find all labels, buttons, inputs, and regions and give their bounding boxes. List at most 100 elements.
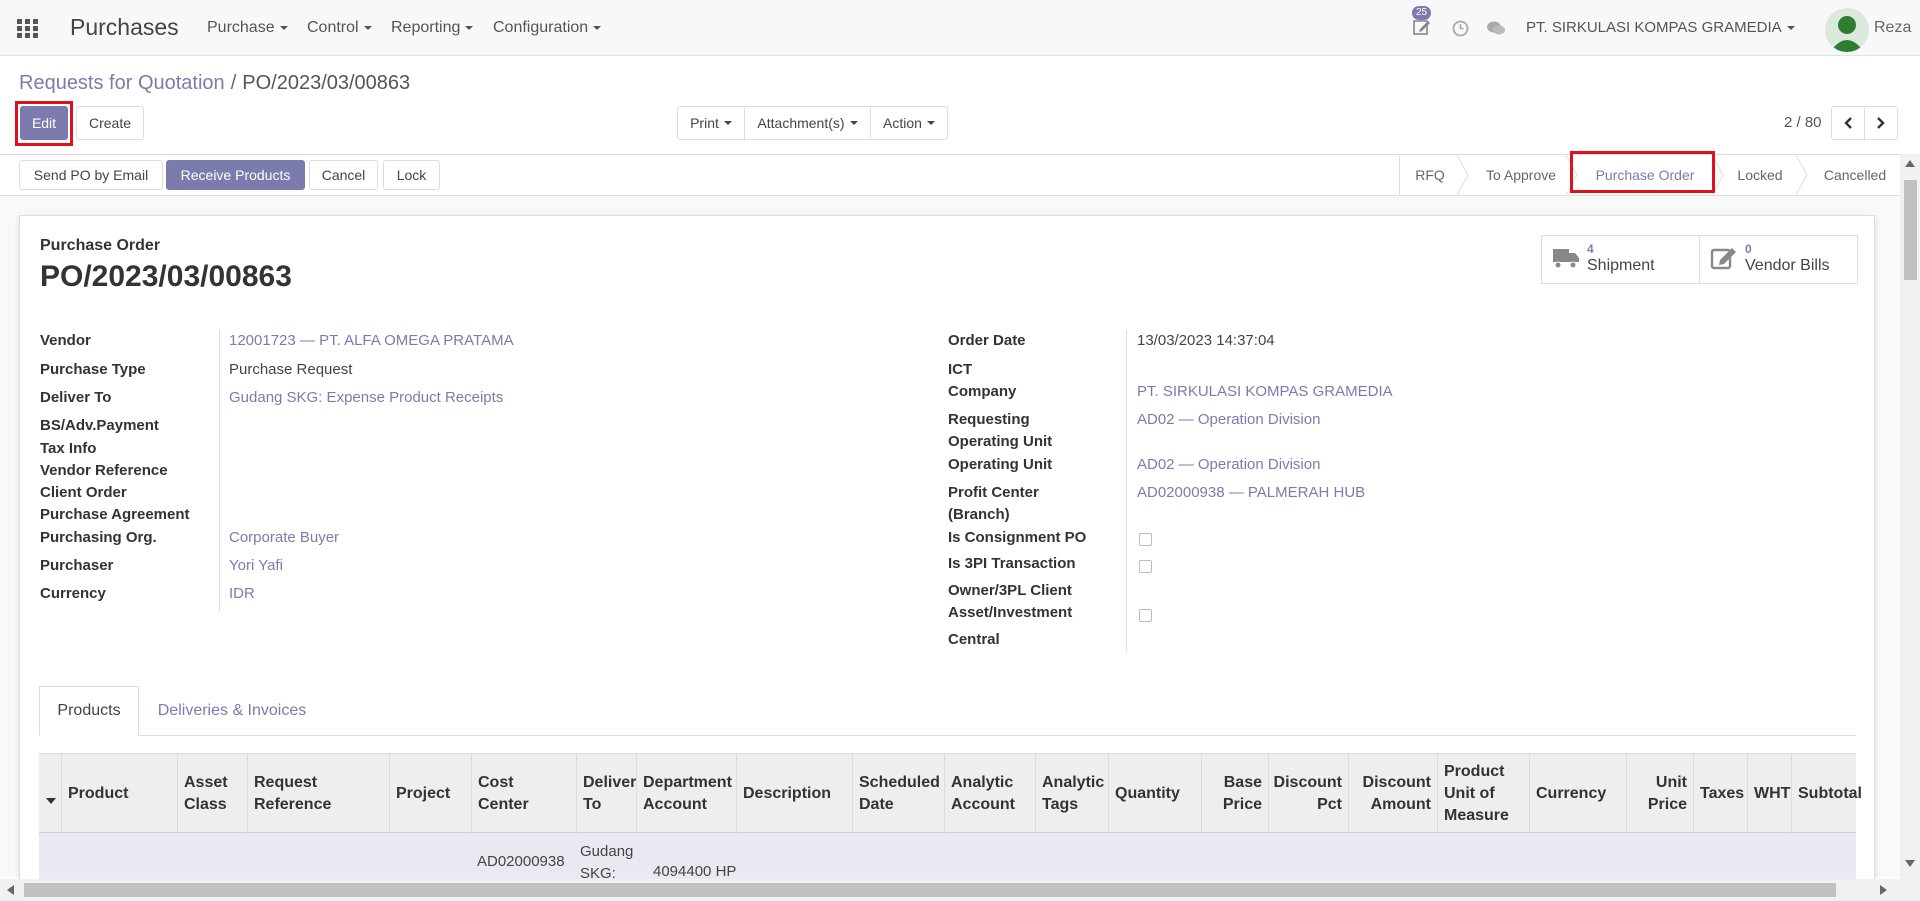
profit-center-label: Profit Center (Branch) [948, 482, 1039, 526]
col-label: WHT [1754, 785, 1791, 802]
row-deliver-to: Gudang SKG: [580, 841, 633, 883]
col-subtotal[interactable]: Subtotal [1791, 754, 1862, 834]
action-dropdown[interactable]: Action [870, 106, 948, 140]
attachments-dropdown[interactable]: Attachment(s) [744, 106, 871, 140]
company-link[interactable]: PT. SIRKULASI KOMPAS GRAMEDIA [1137, 381, 1393, 403]
vendor-bills-smart-button[interactable]: 0 Vendor Bills [1699, 235, 1858, 284]
col-discount-amount[interactable]: Discount Amount [1348, 754, 1437, 834]
scroll-left-arrow-icon[interactable] [7, 885, 14, 895]
col-wht[interactable]: WHT [1747, 754, 1791, 834]
scroll-down-arrow-icon[interactable] [1905, 860, 1915, 867]
col-currency[interactable]: Currency [1529, 754, 1626, 834]
user-name[interactable]: Reza [1874, 19, 1911, 37]
col-department-account[interactable]: Department Account [636, 754, 736, 834]
scroll-right-arrow-icon[interactable] [1880, 885, 1887, 895]
col-label: Project [396, 785, 451, 802]
requesting-ou-link[interactable]: AD02 — Operation Division [1137, 409, 1320, 431]
table-row[interactable]: AD02000938 Gudang SKG: 4094400 HP [39, 833, 1856, 883]
stage-cancelled[interactable]: Cancelled [1810, 155, 1900, 195]
col-request-reference[interactable]: Request Reference [247, 754, 389, 834]
col-label: Pct [1317, 796, 1342, 813]
print-dropdown[interactable]: Print [677, 106, 745, 140]
stage-to-approve[interactable]: To Approve [1468, 155, 1574, 195]
shipment-smart-button[interactable]: 4 Shipment [1541, 235, 1700, 284]
sort-caret-down-icon[interactable] [46, 791, 56, 808]
col-label: Tags [1042, 796, 1079, 813]
avatar[interactable] [1825, 8, 1869, 52]
breadcrumb-parent-link[interactable]: Requests for Quotation [19, 72, 225, 94]
company-switcher[interactable]: PT. SIRKULASI KOMPAS GRAMEDIA [1526, 19, 1795, 36]
col-cost-center[interactable]: Cost Center [471, 754, 576, 834]
activity-edit-icon[interactable] [1413, 18, 1431, 40]
col-product-uom[interactable]: Product Unit of Measure [1437, 754, 1529, 834]
horizontal-scroll-thumb[interactable] [24, 883, 1836, 897]
cancel-button[interactable]: Cancel [309, 160, 378, 190]
col-analytic-account[interactable]: Analytic Account [944, 754, 1035, 834]
cell-line: Gudang [580, 843, 634, 860]
operating-unit-label: Operating Unit [948, 456, 1053, 473]
col-asset-class[interactable]: Asset Class [177, 754, 247, 834]
pager-previous-button[interactable] [1831, 106, 1865, 140]
purchase-agreement-label: Purchase Agreement [40, 506, 190, 523]
col-unit-price[interactable]: Unit Price [1626, 754, 1693, 834]
asset-investment-checkbox[interactable] [1139, 609, 1152, 622]
col-product[interactable]: Product [61, 754, 177, 834]
lock-button[interactable]: Lock [383, 160, 440, 190]
scroll-up-arrow-icon[interactable] [1905, 160, 1915, 167]
consignment-checkbox[interactable] [1139, 533, 1152, 546]
tab-deliveries-invoices[interactable]: Deliveries & Invoices [152, 686, 312, 736]
menu-control[interactable]: Control [307, 19, 372, 37]
truck-icon [1553, 249, 1579, 269]
col-analytic-tags[interactable]: Analytic Tags [1035, 754, 1108, 834]
order-lines-header: Product Asset Class Request Reference Proj… [39, 753, 1862, 834]
receive-products-button[interactable]: Receive Products [166, 160, 305, 190]
chat-icon[interactable] [1486, 20, 1506, 41]
shipment-count: 4 [1587, 242, 1594, 256]
purchaser-link[interactable]: Yori Yafi [229, 555, 283, 577]
menu-reporting[interactable]: Reporting [391, 19, 474, 37]
central-label: Central [948, 631, 1000, 648]
col-label: Unit [1655, 774, 1687, 791]
app-title[interactable]: Purchases [70, 14, 179, 41]
operating-unit-link[interactable]: AD02 — Operation Division [1137, 454, 1320, 476]
vertical-scroll-thumb[interactable] [1904, 180, 1917, 280]
order-date-label: Order Date [948, 332, 1026, 349]
profit-center-link[interactable]: AD02000938 — PALMERAH HUB [1137, 482, 1365, 504]
stage-rfq[interactable]: RFQ [1400, 155, 1460, 195]
col-deliver-to[interactable]: Deliver To [576, 754, 636, 834]
order-date-value: 13/03/2023 14:37:04 [1137, 332, 1275, 349]
col-base-price[interactable]: Base Price [1201, 754, 1268, 834]
col-quantity[interactable]: Quantity [1108, 754, 1201, 834]
menu-purchase[interactable]: Purchase [207, 19, 288, 37]
create-button[interactable]: Create [76, 106, 144, 140]
col-description[interactable]: Description [736, 754, 852, 834]
col-scheduled-date[interactable]: Scheduled Date [852, 754, 944, 834]
currency-link[interactable]: IDR [229, 583, 255, 605]
send-po-email-button[interactable]: Send PO by Email [19, 160, 163, 190]
col-taxes[interactable]: Taxes [1693, 754, 1747, 834]
purchasing-org-link[interactable]: Corporate Buyer [229, 527, 339, 549]
3pl-transaction-checkbox[interactable] [1139, 560, 1152, 573]
tab-products[interactable]: Products [39, 686, 139, 736]
pager-next-button[interactable] [1864, 106, 1898, 140]
menu-configuration[interactable]: Configuration [493, 19, 602, 37]
3pl-transaction-label: Is 3PI Transaction [948, 555, 1076, 572]
vertical-scrollbar[interactable] [1900, 154, 1920, 879]
deliver-to-label: Deliver To [40, 389, 112, 406]
col-label: Discount [1273, 774, 1342, 791]
deliver-to-link[interactable]: Gudang SKG: Expense Product Receipts [229, 387, 503, 409]
pager-value[interactable]: 2 / 80 [1784, 114, 1822, 131]
clock-icon[interactable] [1452, 20, 1469, 41]
vendor-link[interactable]: 12001723 — PT. ALFA OMEGA PRATAMA [229, 330, 514, 352]
col-label: To [583, 796, 602, 813]
horizontal-scrollbar[interactable] [0, 879, 1920, 901]
apps-grid-icon[interactable] [17, 19, 39, 39]
company-label: Company [948, 383, 1017, 400]
chevron-left-icon [1844, 117, 1852, 129]
col-label: Description [743, 785, 832, 802]
col-label: Quantity [1115, 785, 1180, 802]
stage-locked[interactable]: Locked [1722, 155, 1798, 195]
consignment-label: Is Consignment PO [948, 529, 1087, 546]
col-discount-pct[interactable]: Discount Pct [1268, 754, 1348, 834]
col-project[interactable]: Project [389, 754, 471, 834]
